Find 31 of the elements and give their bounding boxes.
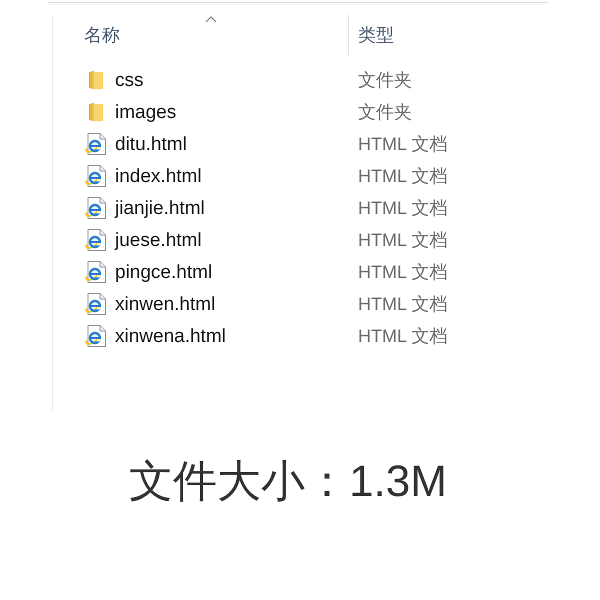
file-type: HTML 文档: [358, 295, 448, 313]
html-file-icon: [85, 165, 107, 187]
file-name[interactable]: index.html: [115, 166, 202, 186]
file-type: HTML 文档: [358, 231, 448, 249]
html-file-icon: [85, 261, 107, 283]
file-size-caption: 文件大小：1.3M: [129, 456, 447, 508]
file-name[interactable]: juese.html: [115, 230, 202, 250]
html-file-icon: [85, 197, 107, 219]
html-file-icon: [85, 229, 107, 251]
file-name[interactable]: css: [115, 70, 144, 90]
html-file-icon: [85, 293, 107, 315]
file-type: HTML 文档: [358, 263, 448, 281]
file-name[interactable]: pingce.html: [115, 262, 212, 282]
file-name[interactable]: xinwen.html: [115, 294, 216, 314]
file-type: 文件夹: [358, 103, 412, 121]
folder-icon: [89, 103, 103, 121]
file-name[interactable]: xinwena.html: [115, 326, 226, 346]
html-file-icon: [85, 133, 107, 155]
file-name[interactable]: images: [115, 102, 176, 122]
file-name[interactable]: jianjie.html: [115, 198, 205, 218]
column-header[interactable]: 名称: [53, 15, 348, 55]
file-type: HTML 文档: [358, 199, 448, 217]
file-type: HTML 文档: [358, 135, 448, 153]
file-name[interactable]: ditu.html: [115, 134, 187, 154]
file-type: 文件夹: [358, 71, 412, 89]
folder-icon: [89, 71, 103, 89]
column-header[interactable]: 类型: [349, 15, 539, 55]
html-file-icon: [85, 325, 107, 347]
file-type: HTML 文档: [358, 167, 448, 185]
file-type: HTML 文档: [358, 327, 448, 345]
chevron-up-icon: [205, 16, 217, 23]
